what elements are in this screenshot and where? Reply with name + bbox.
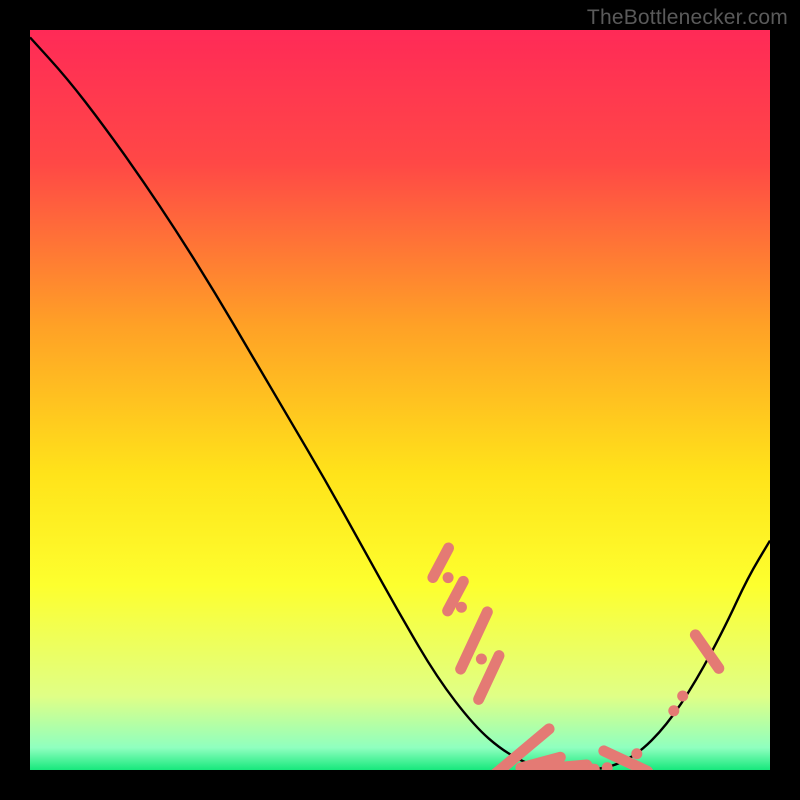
- chart-plot-area: [30, 30, 770, 770]
- gradient-background: [30, 30, 770, 770]
- chart-svg: [30, 30, 770, 770]
- curve-marker-dot: [456, 602, 467, 613]
- curve-marker-dot: [476, 654, 487, 665]
- curve-marker-dot: [668, 705, 679, 716]
- curve-marker-dot: [677, 691, 688, 702]
- curve-marker-dot: [631, 748, 642, 759]
- curve-marker-dot: [443, 572, 454, 583]
- watermark-text: TheBottlenecker.com: [587, 6, 788, 30]
